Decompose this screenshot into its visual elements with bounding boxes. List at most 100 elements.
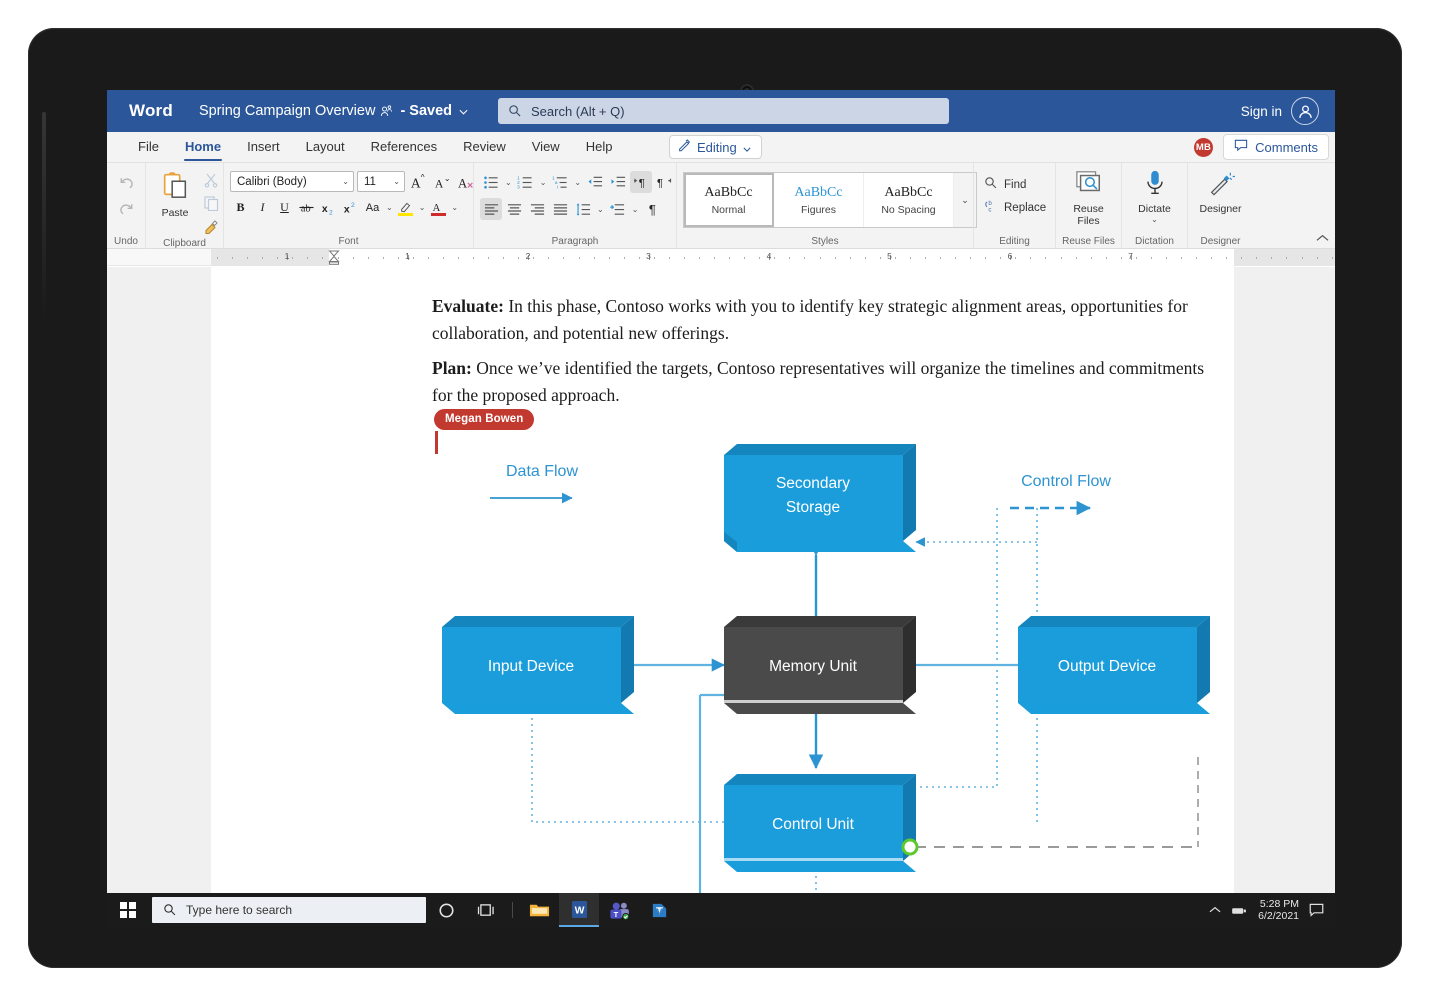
cut-scissors-icon[interactable] <box>200 169 222 191</box>
cortana-icon[interactable] <box>426 893 466 927</box>
tab-layout[interactable]: Layout <box>293 134 358 162</box>
sign-in-button[interactable]: Sign in <box>1241 97 1319 125</box>
person-avatar-icon[interactable] <box>1291 97 1319 125</box>
align-right-icon[interactable] <box>526 198 548 220</box>
font-name-input[interactable]: Calibri (Body) ⌄ <box>230 171 354 192</box>
people-share-icon[interactable] <box>380 104 393 118</box>
chevron-down-icon[interactable]: ⌄ <box>597 205 604 214</box>
chevron-down-icon[interactable]: ⌄ <box>505 178 512 187</box>
tray-chevron-up-icon[interactable] <box>1209 906 1221 914</box>
ruler-tick <box>322 257 323 259</box>
tab-view[interactable]: View <box>519 134 573 162</box>
redo-arrow-icon[interactable] <box>115 197 137 219</box>
copy-icon[interactable] <box>200 192 222 214</box>
strikethrough-icon[interactable]: ab <box>296 197 317 218</box>
taskbar-search-input[interactable]: Type here to search <box>152 897 426 923</box>
windows-start-icon[interactable] <box>107 893 149 927</box>
superscript-icon[interactable]: x2 <box>340 197 361 218</box>
search-input[interactable]: Search (Alt + Q) <box>498 98 949 124</box>
bold-icon[interactable]: B <box>230 197 251 218</box>
subscript-icon[interactable]: x2 <box>318 197 339 218</box>
align-left-icon[interactable] <box>480 198 502 220</box>
tab-help[interactable]: Help <box>573 134 626 162</box>
node-output-device[interactable]: Output Device <box>1018 616 1210 714</box>
numbered-list-icon[interactable]: 1 2 3 <box>515 171 537 193</box>
line-spacing-icon[interactable] <box>572 198 594 220</box>
format-painter-icon[interactable] <box>200 215 222 237</box>
change-case-icon[interactable]: Aa <box>362 197 383 218</box>
grow-font-icon[interactable]: A ^ <box>408 171 429 192</box>
designer-button[interactable]: Designer <box>1190 167 1252 215</box>
style-normal[interactable]: AaBbCc Normal <box>684 173 774 227</box>
block-diagram-figure[interactable]: Data Flow Control Flow Secondary Storage… <box>432 442 1232 893</box>
chevron-down-icon[interactable] <box>459 103 468 119</box>
node-memory-unit[interactable]: Memory Unit <box>724 616 916 714</box>
dictate-button[interactable]: Dictate ⌄ <box>1124 167 1186 224</box>
paragraph-evaluate[interactable]: Evaluate: In this phase, Contoso works w… <box>432 293 1222 347</box>
tab-references[interactable]: References <box>358 134 450 162</box>
task-view-icon[interactable] <box>466 893 506 927</box>
chevron-down-icon[interactable]: ⌄ <box>451 203 458 212</box>
paragraph-plan[interactable]: Plan: Once we’ve identified the targets,… <box>432 355 1222 409</box>
comments-button[interactable]: Comments <box>1223 134 1329 160</box>
tab-home[interactable]: Home <box>172 134 234 162</box>
horizontal-ruler[interactable]: 1 1 2 3 4 5 6 7 <box>107 249 1335 266</box>
ltr-text-icon[interactable]: ¶ <box>630 171 653 193</box>
style-name: Figures <box>800 203 836 216</box>
chevron-down-icon[interactable]: ⌄ <box>574 178 581 187</box>
replace-button[interactable]: b c Replace <box>980 196 1050 219</box>
reuse-files-button[interactable]: Reuse Files <box>1058 167 1120 227</box>
word-app-icon[interactable]: W <box>559 893 599 927</box>
indent-marker-icon[interactable] <box>328 250 340 265</box>
align-center-icon[interactable] <box>503 198 525 220</box>
tab-file[interactable]: File <box>125 134 172 162</box>
rtl-text-icon[interactable]: ¶ <box>653 171 675 193</box>
increase-indent-icon[interactable] <box>607 171 629 193</box>
ribbon-group-dictation: Dictate ⌄ Dictation <box>1121 163 1187 249</box>
tab-review[interactable]: Review <box>450 134 519 162</box>
paste-button[interactable]: Paste <box>152 167 198 237</box>
file-explorer-icon[interactable] <box>519 893 559 927</box>
node-secondary-storage[interactable]: Secondary Storage <box>724 444 916 552</box>
font-color-icon[interactable]: A <box>428 200 448 216</box>
find-button[interactable]: Find <box>980 173 1030 196</box>
show-marks-icon[interactable]: ¶ <box>641 198 663 220</box>
editing-mode-button[interactable]: Editing <box>669 135 762 159</box>
notification-icon[interactable] <box>1309 903 1324 917</box>
undo-arrow-icon[interactable] <box>115 171 137 193</box>
home-ribbon: Undo Paste Clipboard Calibri (Body) ⌄ 11… <box>107 163 1335 249</box>
italic-icon[interactable]: I <box>252 197 273 218</box>
font-size-input[interactable]: 11 ⌄ <box>357 171 405 192</box>
connection-point-handle[interactable] <box>901 838 919 856</box>
network-icon[interactable] <box>1231 905 1248 916</box>
document-title-area[interactable]: Spring Campaign Overview - Saved <box>199 103 468 119</box>
node-input-device[interactable]: Input Device <box>442 616 634 714</box>
style-no-spacing[interactable]: AaBbCc No Spacing <box>864 173 954 227</box>
collapse-ribbon-chevron-up-icon[interactable] <box>1316 233 1329 245</box>
shrink-font-icon[interactable]: A ⌄ <box>432 171 453 192</box>
chevron-down-icon[interactable]: ⌄ <box>1151 215 1158 224</box>
presence-avatar-mb[interactable]: MB <box>1194 138 1213 157</box>
justify-icon[interactable] <box>549 198 571 220</box>
chevron-down-icon[interactable]: ⌄ <box>540 178 547 187</box>
chevron-down-icon[interactable]: ⌄ <box>419 203 426 212</box>
style-figures[interactable]: AaBbCc Figures <box>774 173 864 227</box>
document-page[interactable]: Evaluate: In this phase, Contoso works w… <box>211 267 1234 893</box>
tab-insert[interactable]: Insert <box>234 134 293 162</box>
svg-text:2: 2 <box>351 202 355 209</box>
text-highlight-icon[interactable] <box>396 199 416 216</box>
chevron-down-icon[interactable]: ⌄ <box>632 205 639 214</box>
chevron-down-icon[interactable]: ⌄ <box>386 203 393 212</box>
underline-icon[interactable]: U <box>274 197 295 218</box>
bullet-list-icon[interactable] <box>480 171 502 193</box>
decrease-indent-icon[interactable] <box>584 171 606 193</box>
document-canvas[interactable]: Evaluate: In this phase, Contoso works w… <box>107 267 1335 893</box>
ruler-tick <box>774 257 775 259</box>
teams-app-icon[interactable]: T <box>599 893 639 927</box>
ruler-tick <box>473 257 474 259</box>
shading-icon[interactable] <box>607 198 629 220</box>
node-control-unit[interactable]: Control Unit <box>724 774 916 872</box>
multilevel-list-icon[interactable]: 1 a i <box>549 171 571 193</box>
visio-app-icon[interactable]: V <box>639 893 679 927</box>
clock[interactable]: 5:28 PM 6/2/2021 <box>1258 898 1299 922</box>
